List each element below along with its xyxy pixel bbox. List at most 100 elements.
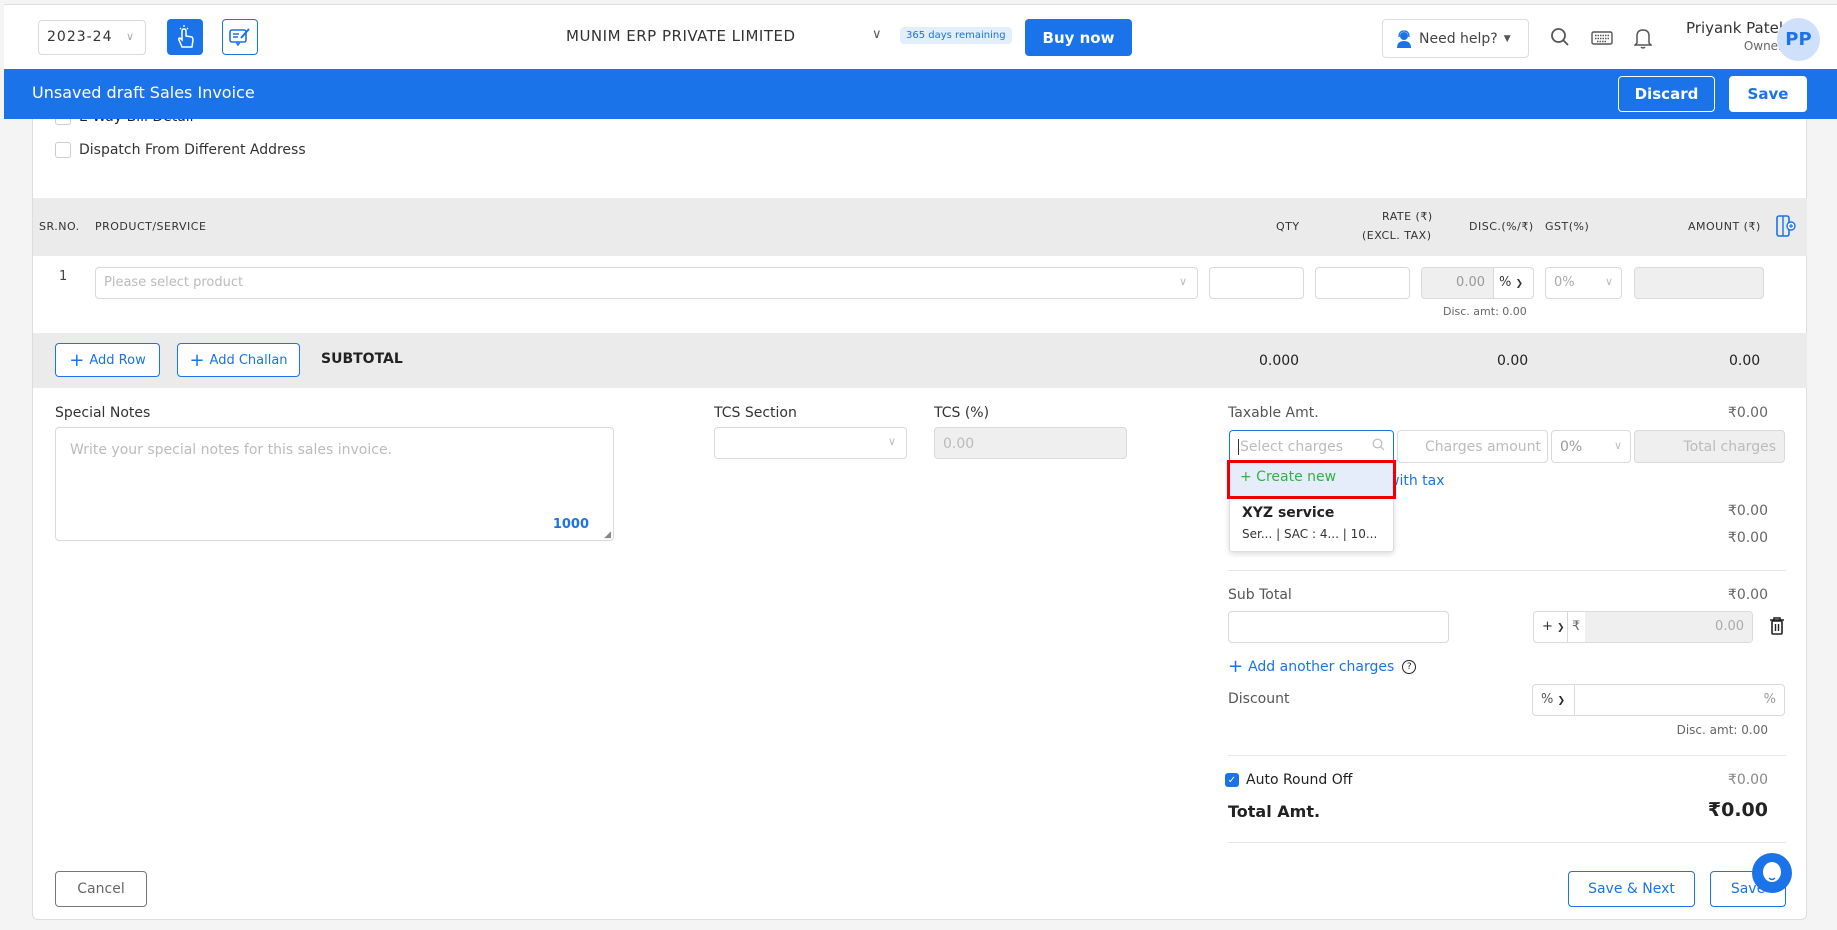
col-sr-no: SR.NO. — [39, 220, 80, 233]
qty-input[interactable] — [1209, 267, 1304, 299]
rate-input[interactable] — [1315, 267, 1410, 299]
touch-mode-button[interactable] — [167, 19, 203, 55]
sub-total-value: ₹0.00 — [1727, 587, 1768, 603]
discount-input[interactable]: % ❯ % — [1532, 684, 1785, 716]
dispatch-address-checkbox[interactable] — [55, 142, 71, 158]
column-settings-button[interactable] — [1775, 214, 1797, 241]
user-role: Owner — [1743, 39, 1783, 53]
discount-type-value: % — [1499, 275, 1512, 290]
row-discount-amount: Disc. amt: 0.00 — [1443, 305, 1527, 318]
adjustment-sign-value: + — [1542, 619, 1553, 634]
plus-icon: + — [1228, 656, 1244, 677]
dispatch-address-label: Dispatch From Different Address — [79, 142, 306, 158]
special-notes-textarea[interactable]: Write your special notes for this sales … — [55, 427, 614, 541]
tcs-section-select[interactable]: ∨ — [714, 427, 907, 459]
discount-amount: Disc. amt: 0.00 — [1676, 723, 1768, 737]
trial-badge: 365 days remaining — [900, 27, 1012, 44]
invoice-form-card: E-Way Bill Detail Dispatch From Differen… — [32, 119, 1807, 920]
subtotal-amount: 0.00 — [1729, 353, 1761, 369]
auto-round-off-checkbox[interactable]: ✓ — [1225, 773, 1239, 787]
chevron-down-icon: ∨ — [1178, 275, 1187, 288]
tcs-percent-input: 0.00 — [934, 427, 1127, 459]
tcs-percent-value: 0.00 — [943, 436, 975, 452]
tax-amount-value: ₹0.00 — [1727, 503, 1768, 519]
plus-icon: + — [189, 349, 205, 371]
charges-gst-select[interactable]: 0% ∨ — [1551, 430, 1631, 463]
row-sr-no: 1 — [59, 269, 68, 284]
charge-option-name[interactable]: XYZ service — [1242, 505, 1334, 521]
save-and-next-button[interactable]: Save & Next — [1568, 871, 1695, 907]
dispatch-address-option[interactable]: Dispatch From Different Address — [55, 142, 306, 158]
total-charges-field: Total charges — [1634, 430, 1785, 463]
discount-type-select[interactable]: % ❯ — [1533, 685, 1575, 715]
resize-handle-icon[interactable]: ◢ — [604, 530, 611, 540]
gst-value: 0% — [1554, 275, 1575, 290]
select-charges-input[interactable]: Select charges — [1229, 430, 1394, 463]
help-circle-icon[interactable]: ? — [1402, 659, 1417, 674]
chevron-down-icon[interactable]: ∨ — [872, 27, 882, 42]
notes-button[interactable] — [222, 19, 258, 55]
items-table-header: SR.NO. PRODUCT/SERVICE QTY RATE (₹) (EXC… — [33, 198, 1807, 256]
divider — [1228, 570, 1786, 571]
buy-now-button[interactable]: Buy now — [1025, 19, 1132, 56]
charge-option-meta[interactable]: Ser... | SAC : 4... | 10... — [1242, 527, 1377, 541]
support-agent-icon — [1397, 29, 1411, 48]
round-off-value: ₹0.00 — [1727, 772, 1768, 788]
discard-button[interactable]: Discard — [1618, 76, 1715, 112]
need-help-button[interactable]: Need help? ▼ — [1382, 19, 1529, 58]
add-row-label: Add Row — [89, 352, 146, 368]
add-row-button[interactable]: + Add Row — [55, 343, 160, 377]
financial-year-value: 2023-24 — [47, 29, 113, 45]
subtotal-row: + Add Row + Add Challan SUBTOTAL 0.000 0.0… — [33, 333, 1807, 388]
eway-bill-checkbox[interactable] — [55, 119, 71, 125]
add-challan-label: Add Challan — [209, 352, 288, 368]
caret-down-icon: ▼ — [1503, 33, 1511, 44]
chevron-down-icon: ❯ — [1557, 696, 1566, 706]
search-icon — [1551, 28, 1569, 46]
eway-bill-option[interactable]: E-Way Bill Detail — [55, 119, 194, 125]
financial-year-select[interactable]: 2023-24 ∨ — [38, 20, 146, 55]
create-new-option[interactable]: + Create new — [1227, 460, 1396, 499]
discount-suffix: % — [1763, 692, 1776, 707]
add-another-charges-link[interactable]: + Add another charges ? — [1228, 656, 1417, 677]
auto-round-off-label: Auto Round Off — [1246, 772, 1353, 788]
adjustment-value: 0.00 — [1585, 612, 1752, 642]
adjustment-name-input[interactable] — [1228, 611, 1449, 643]
cancel-button[interactable]: Cancel — [55, 871, 147, 907]
special-notes-placeholder: Write your special notes for this sales … — [70, 442, 393, 458]
search-icon — [1372, 438, 1385, 455]
keyboard-shortcuts-button[interactable] — [1591, 30, 1613, 49]
add-challan-button[interactable]: + Add Challan — [177, 343, 300, 377]
chevron-down-icon: ∨ — [887, 435, 896, 448]
gst-select[interactable]: 0% ∨ — [1545, 267, 1622, 299]
discount-type-select[interactable]: % ❯ — [1494, 268, 1533, 298]
col-amount: AMOUNT (₹) — [1688, 220, 1761, 233]
delete-charge-button[interactable] — [1769, 616, 1785, 640]
product-select[interactable]: Please select product ∨ — [95, 267, 1198, 299]
avatar[interactable]: PP — [1777, 18, 1820, 61]
col-qty: QTY — [1276, 220, 1300, 233]
char-counter: 1000 — [552, 517, 589, 532]
col-product: PRODUCT/SERVICE — [95, 220, 207, 233]
chat-bubble-icon — [1763, 862, 1781, 882]
charges-dropdown: + Create new XYZ service Ser... | SAC : … — [1227, 460, 1396, 552]
notifications-button[interactable] — [1633, 27, 1653, 53]
discount-type-value: % — [1541, 692, 1554, 707]
company-name[interactable]: MUNIM ERP PRIVATE LIMITED — [566, 27, 796, 45]
auto-round-off-option[interactable]: ✓ Auto Round Off — [1225, 772, 1352, 788]
with-tax-link[interactable]: with tax — [1388, 473, 1445, 489]
charges-amount-placeholder: Charges amount — [1425, 439, 1541, 455]
adjustment-amount-input[interactable]: + ❯ ₹ 0.00 — [1533, 611, 1753, 643]
divider — [1228, 755, 1786, 756]
special-notes-label: Special Notes — [55, 405, 151, 421]
charges-amount-input[interactable]: Charges amount — [1397, 430, 1548, 463]
plus-icon: + — [69, 349, 85, 371]
adjustment-sign-select[interactable]: + ❯ — [1534, 612, 1568, 642]
discount-input[interactable]: 0.00 % ❯ — [1421, 267, 1534, 299]
sub-total-label: Sub Total — [1228, 587, 1292, 603]
search-button[interactable] — [1550, 27, 1570, 51]
charges-gst-value: 0% — [1560, 439, 1583, 455]
chat-widget-button[interactable] — [1752, 853, 1792, 893]
save-button[interactable]: Save — [1729, 76, 1807, 112]
add-another-charges-label: Add another charges — [1248, 658, 1395, 675]
